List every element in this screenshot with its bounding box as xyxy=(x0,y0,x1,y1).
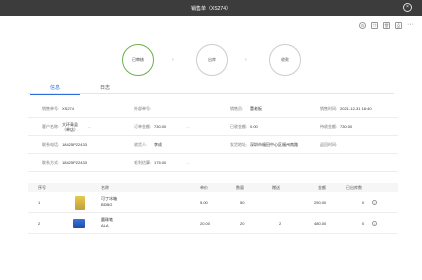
info-icon[interactable]: i xyxy=(372,199,377,205)
quantity: 50 xyxy=(240,199,245,205)
col-header: 赠送 xyxy=(272,184,280,190)
salesman-value: 董老板 xyxy=(250,105,262,111)
product-name: 圆珠笔 ALA xyxy=(101,217,113,228)
customer-label: 客户名称: xyxy=(42,123,60,129)
order-no-value: XS274 xyxy=(62,106,75,111)
form-row: 联系电话: 18425P22433 收货人: 李成 发货地址: 深圳市福田中心区福州南… xyxy=(28,136,398,154)
progress-steps: 已审核 › 出库 › 收款 xyxy=(0,44,422,78)
more-icon[interactable]: ··· xyxy=(407,21,414,29)
info-icon[interactable]: i xyxy=(372,220,377,226)
outbound-qty: 0 xyxy=(362,199,365,205)
items-table: 序号 名称 单价 数量 赠送 金额 已出库数 1 可丁冰箱 BDBG 5.00 5… xyxy=(28,183,398,234)
row-no: 1 xyxy=(38,199,41,205)
contact-label: 联系方式: xyxy=(42,159,60,165)
title-bar: 销售单（XS274） × xyxy=(0,0,422,16)
table-row[interactable]: 1 可丁冰箱 BDBG 5.00 50 250.00 0 i xyxy=(28,192,398,213)
pending-label: 待收金额: xyxy=(320,123,338,129)
amount: 480.00 xyxy=(314,220,327,226)
copy-icon[interactable]: ❐ xyxy=(371,22,378,29)
order-amount-label: 订单金额: xyxy=(134,123,152,129)
toolbar: ⚙ ❐ 🗑 ⎙ ··· xyxy=(359,21,414,29)
sale-time-value: 2021-12-31 18:40 xyxy=(340,106,372,111)
print-icon[interactable]: ⎙ xyxy=(395,22,402,29)
salesman-label: 销售员: xyxy=(230,105,244,111)
sale-time-label: 销售时间: xyxy=(320,105,338,111)
product-image xyxy=(75,196,85,210)
address-label: 发货地址: xyxy=(230,141,248,147)
tab-divider xyxy=(28,93,394,94)
table-row[interactable]: 2 圆珠笔 ALA 20.00 20 2 480.00 0 i xyxy=(28,213,398,234)
customer-value: 大环青县（单店） xyxy=(62,121,78,132)
row-no: 2 xyxy=(38,220,41,226)
step-approved[interactable]: 已审核 xyxy=(122,44,154,76)
delete-icon[interactable]: 🗑 xyxy=(383,22,390,29)
profit-value: 175.00 xyxy=(154,160,167,165)
step-outbound[interactable]: 出库 xyxy=(196,44,228,76)
col-header: 金额 xyxy=(318,184,326,190)
return-time-label: 返回时间: xyxy=(320,141,338,147)
receiver-label: 收货人: xyxy=(134,141,148,147)
address-value: 深圳市福田中心区福州南路 xyxy=(250,142,298,147)
gear-icon[interactable]: ⚙ xyxy=(359,22,366,29)
more-icon[interactable]: ... xyxy=(88,124,91,129)
more-icon[interactable]: ... xyxy=(186,160,189,165)
contact-value: 18425P22433 xyxy=(62,160,87,165)
more-icon[interactable]: ... xyxy=(186,124,189,129)
order-info-form: 销售单号: XS274 外部单号: 销售员: 董老板 销售时间: 2021-12-31… xyxy=(28,100,398,172)
quantity: 20 xyxy=(240,220,245,226)
price: 20.00 xyxy=(200,220,211,226)
order-no-label: 销售单号: xyxy=(42,105,60,111)
col-header: 已出库数 xyxy=(346,184,362,190)
receiver-value: 李成 xyxy=(154,141,162,147)
outbound-qty: 0 xyxy=(362,220,365,226)
window-title: 销售单（XS274） xyxy=(190,5,231,12)
form-row: 销售单号: XS274 外部单号: 销售员: 董老板 销售时间: 2021-12-31… xyxy=(28,100,398,118)
amount: 250.00 xyxy=(314,199,327,205)
profit-label: 毛利估算: xyxy=(134,159,152,165)
phone-value: 18425P22433 xyxy=(62,142,87,147)
col-header: 数量 xyxy=(236,184,244,190)
table-header: 序号 名称 单价 数量 赠送 金额 已出库数 xyxy=(28,183,398,192)
col-header: 序号 xyxy=(38,184,46,190)
received-label: 已收金额: xyxy=(230,123,248,129)
step-arrow-icon: › xyxy=(245,57,247,63)
gift: 2 xyxy=(279,220,282,226)
price: 5.00 xyxy=(200,199,208,205)
pending-value: 730.00 xyxy=(340,124,353,129)
external-no-label: 外部单号: xyxy=(134,105,152,111)
col-header: 名称 xyxy=(101,184,109,190)
phone-label: 联系电话: xyxy=(42,141,60,147)
close-icon[interactable]: × xyxy=(403,3,412,12)
product-name: 可丁冰箱 BDBG xyxy=(101,196,117,207)
form-row: 联系方式: 18425P22433 毛利估算: 175.00... xyxy=(28,154,398,172)
step-payment[interactable]: 收款 xyxy=(269,44,301,76)
product-image xyxy=(73,219,85,228)
order-amount-value: 730.00 xyxy=(154,124,167,129)
step-arrow-icon: › xyxy=(172,57,174,63)
form-row: 客户名称: 大环青县（单店）... 订单金额: 730.00... 已收金额: 0.0… xyxy=(28,118,398,136)
col-header: 单价 xyxy=(200,184,208,190)
received-value: 0.00 xyxy=(250,124,258,129)
